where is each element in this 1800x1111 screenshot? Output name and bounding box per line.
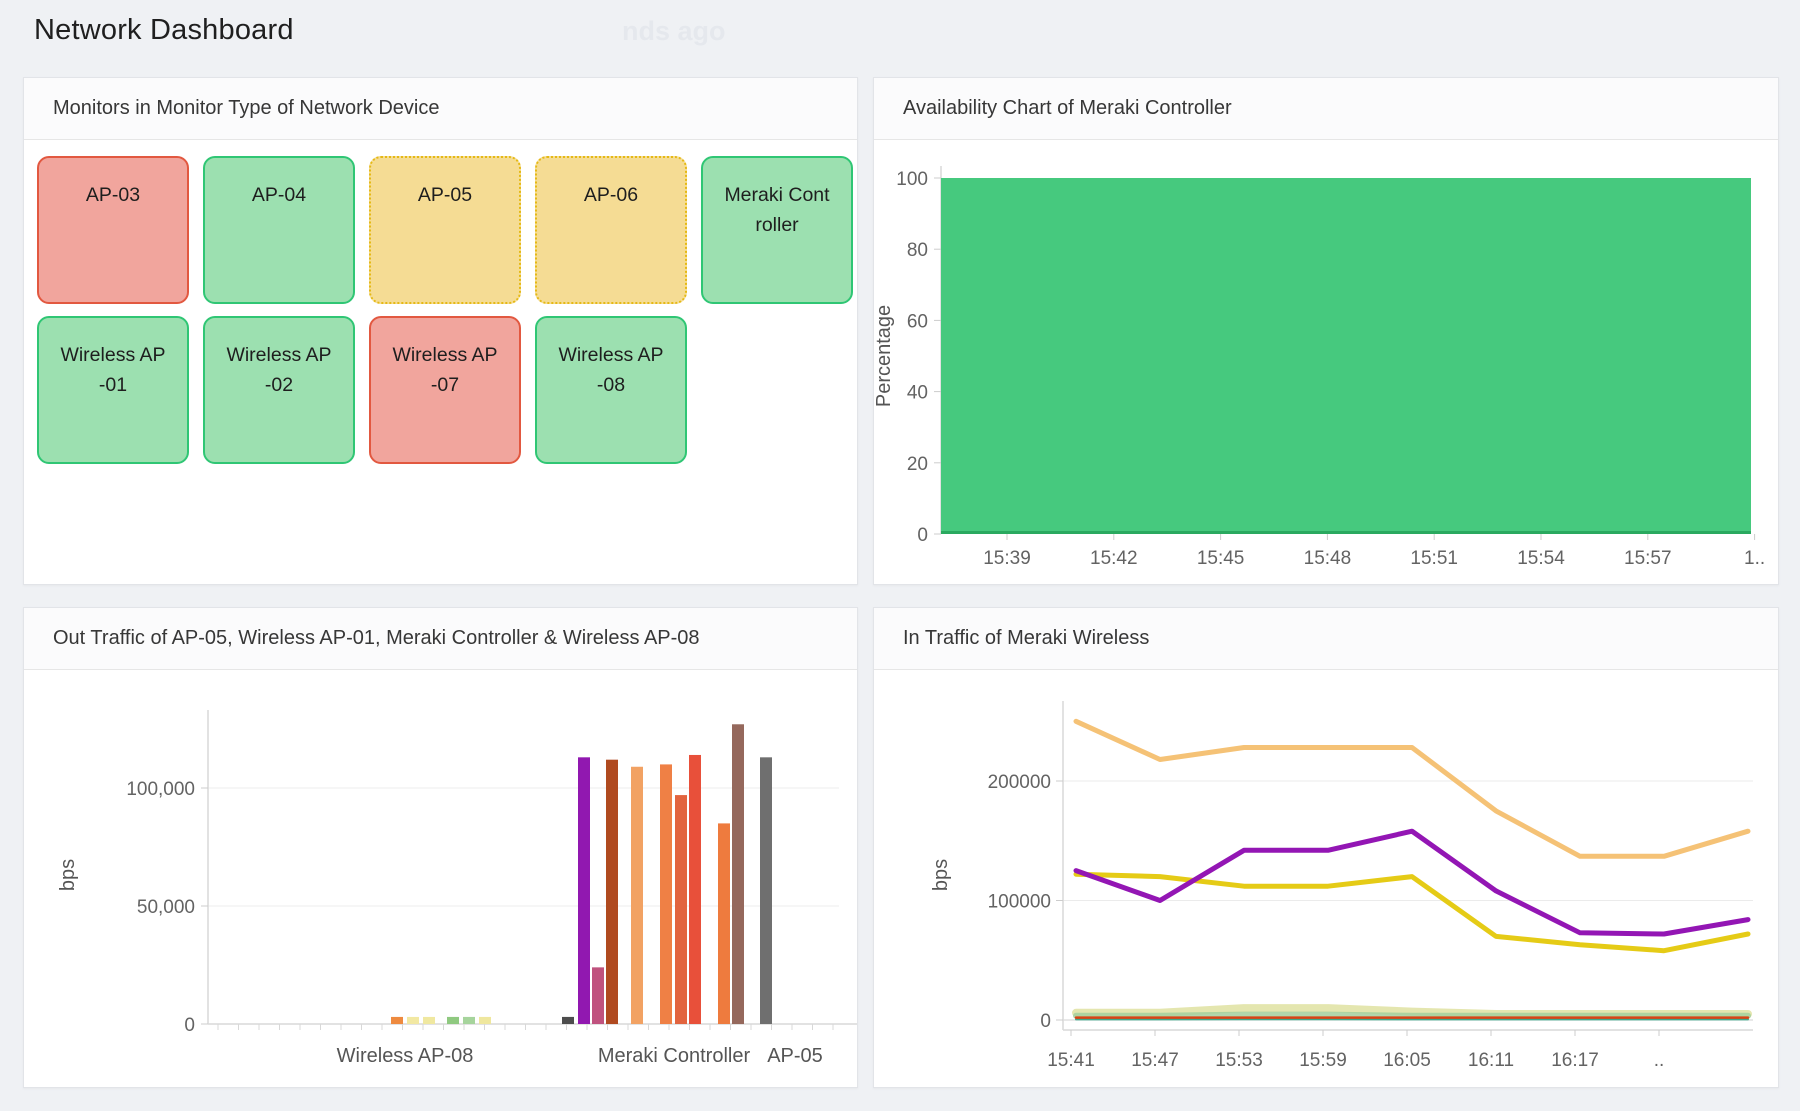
traffic-bar	[689, 755, 701, 1024]
out-traffic-bar-chart: 0 50,000 100,000 Wireless AP-08 Meraki Contr…	[24, 670, 857, 1087]
panel-availability-header: Availability Chart of Meraki Controller	[874, 78, 1778, 140]
svg-text:15:51: 15:51	[1410, 548, 1458, 569]
panel-in-traffic-header: In Traffic of Meraki Wireless	[874, 608, 1778, 670]
monitor-tile-label: AP-05	[418, 184, 472, 206]
svg-text:15:42: 15:42	[1090, 548, 1138, 569]
monitor-tile-meraki-controller[interactable]: Meraki Cont roller	[701, 156, 853, 304]
monitor-tile-ap-03[interactable]: AP-03	[37, 156, 189, 304]
traffic-bar	[592, 967, 604, 1024]
monitor-tile-label: Meraki Cont	[724, 184, 829, 206]
monitor-tile-label: -01	[99, 374, 127, 396]
green-band	[1076, 1015, 1748, 1016]
monitor-tile-label: roller	[755, 214, 798, 236]
svg-text:100,000: 100,000	[126, 779, 195, 800]
panel-monitors: Monitors in Monitor Type of Network Devi…	[23, 77, 858, 585]
svg-text:AP-05: AP-05	[767, 1045, 823, 1067]
monitor-tile-wireless-ap-01[interactable]: Wireless AP -01	[37, 316, 189, 464]
svg-text:40: 40	[907, 383, 928, 404]
panel-out-traffic-chart: Out Traffic of AP-05, Wireless AP-01, Me…	[23, 607, 858, 1088]
monitor-tile-label: Wireless AP	[558, 344, 663, 366]
purple-line	[1076, 831, 1748, 934]
availability-chart: 0 20 40 60 80 100 15:39 15:42 15:45 15:48 15:51 15:…	[874, 140, 1778, 584]
svg-text:100: 100	[896, 169, 928, 190]
traffic-bar	[447, 1017, 459, 1024]
svg-text:15:47: 15:47	[1131, 1050, 1179, 1071]
in-traffic-chart-svg: 0 100000 200000 15:41 15:47 15:53 15:59 16:05 16…	[874, 670, 1778, 1087]
traffic-bar	[606, 760, 618, 1024]
svg-text:1..: 1..	[1744, 548, 1765, 569]
panel-out-traffic-title: Out Traffic of AP-05, Wireless AP-01, Me…	[53, 627, 700, 650]
traffic-bar	[562, 1017, 574, 1024]
monitor-tile-label: -08	[597, 374, 625, 396]
orange-line	[1076, 721, 1748, 856]
monitor-tiles-grid: AP-03 AP-04 AP-05 AP-06 Meraki Cont roller Wir…	[24, 140, 857, 584]
svg-text:16:05: 16:05	[1383, 1050, 1431, 1071]
svg-text:16:11: 16:11	[1468, 1050, 1514, 1071]
svg-text:20: 20	[907, 454, 928, 475]
svg-text:0: 0	[917, 525, 928, 546]
traffic-bar	[660, 764, 672, 1024]
svg-text:..: ..	[1654, 1050, 1665, 1071]
traffic-bar	[463, 1017, 475, 1024]
panel-monitors-header: Monitors in Monitor Type of Network Devi…	[24, 78, 857, 140]
monitor-tile-label: -02	[265, 374, 293, 396]
svg-text:Meraki Controller: Meraki Controller	[598, 1045, 751, 1067]
svg-text:200000: 200000	[988, 772, 1051, 793]
monitor-tile-ap-06[interactable]: AP-06	[535, 156, 687, 304]
monitor-tile-wireless-ap-07[interactable]: Wireless AP -07	[369, 316, 521, 464]
page-title: Network Dashboard	[34, 14, 294, 47]
svg-text:100000: 100000	[988, 892, 1051, 913]
svg-text:15:59: 15:59	[1299, 1050, 1347, 1071]
in-traffic-line-chart: 0 100000 200000 15:41 15:47 15:53 15:59 16:05 16…	[874, 670, 1778, 1087]
svg-text:0: 0	[184, 1015, 195, 1036]
out-traffic-chart-svg: 0 50,000 100,000 Wireless AP-08 Meraki Contr…	[24, 670, 857, 1087]
monitor-tile-label: -07	[431, 374, 459, 396]
panel-availability-chart: Availability Chart of Meraki Controller …	[873, 77, 1779, 585]
svg-text:bps: bps	[57, 859, 79, 891]
svg-text:Percentage: Percentage	[874, 305, 895, 407]
traffic-bar	[718, 823, 730, 1024]
monitor-tile-label: Wireless AP	[392, 344, 497, 366]
svg-text:Wireless AP-08: Wireless AP-08	[337, 1045, 474, 1067]
last-refreshed-text: nds ago	[622, 16, 726, 47]
traffic-bar	[391, 1017, 403, 1024]
svg-text:15:45: 15:45	[1197, 548, 1245, 569]
traffic-bar	[732, 724, 744, 1024]
monitor-tile-label: AP-04	[252, 184, 306, 206]
svg-text:15:39: 15:39	[983, 548, 1031, 569]
monitor-tile-label: AP-06	[584, 184, 638, 206]
svg-text:16:17: 16:17	[1551, 1050, 1599, 1071]
panel-in-traffic-title: In Traffic of Meraki Wireless	[903, 627, 1149, 650]
traffic-bar	[675, 795, 687, 1024]
monitor-tile-wireless-ap-08[interactable]: Wireless AP -08	[535, 316, 687, 464]
svg-text:15:57: 15:57	[1624, 548, 1672, 569]
panel-monitors-title: Monitors in Monitor Type of Network Devi…	[53, 97, 439, 120]
availability-chart-svg: 0 20 40 60 80 100 15:39 15:42 15:45 15:48 15:51 15:…	[874, 140, 1778, 584]
svg-text:15:54: 15:54	[1517, 548, 1565, 569]
svg-text:50,000: 50,000	[137, 897, 195, 918]
monitor-tile-wireless-ap-02[interactable]: Wireless AP -02	[203, 316, 355, 464]
yellow-line	[1076, 874, 1748, 951]
svg-text:bps: bps	[930, 859, 952, 891]
svg-text:15:41: 15:41	[1047, 1050, 1095, 1071]
traffic-bar	[407, 1017, 419, 1024]
traffic-bar	[423, 1017, 435, 1024]
svg-text:80: 80	[907, 240, 928, 261]
panel-out-traffic-header: Out Traffic of AP-05, Wireless AP-01, Me…	[24, 608, 857, 670]
svg-text:60: 60	[907, 311, 928, 332]
traffic-bar	[479, 1017, 491, 1024]
traffic-bar	[631, 767, 643, 1024]
svg-text:0: 0	[1040, 1011, 1051, 1032]
traffic-bar	[760, 757, 772, 1024]
monitor-tile-ap-04[interactable]: AP-04	[203, 156, 355, 304]
svg-text:15:53: 15:53	[1215, 1050, 1263, 1071]
monitor-tile-ap-05[interactable]: AP-05	[369, 156, 521, 304]
monitor-tile-label: Wireless AP	[226, 344, 331, 366]
panel-availability-title: Availability Chart of Meraki Controller	[903, 97, 1232, 120]
traffic-bar	[578, 757, 590, 1024]
svg-text:15:48: 15:48	[1304, 548, 1352, 569]
panel-in-traffic-chart: In Traffic of Meraki Wireless 0 100000 200…	[873, 607, 1779, 1088]
monitor-tile-label: Wireless AP	[60, 344, 165, 366]
monitor-tile-label: AP-03	[86, 184, 140, 206]
